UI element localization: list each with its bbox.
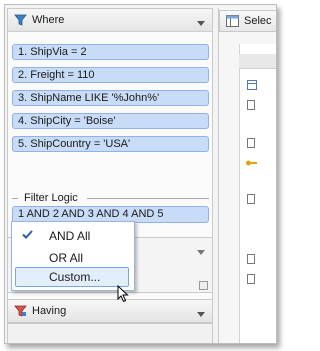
query-builder-window: Where 1. ShipVia = 2 2. Freight = 110 3.… xyxy=(4,4,277,344)
having-panel-header[interactable]: Having xyxy=(7,299,213,323)
field-icon xyxy=(247,138,255,151)
condition-item[interactable]: 3. ShipName LIKE '%John%' xyxy=(12,90,209,106)
chevron-down-icon[interactable] xyxy=(197,17,205,29)
field-icon xyxy=(247,100,255,113)
menu-item-and-all[interactable]: AND All xyxy=(12,226,134,246)
select-panel: Selec xyxy=(218,8,276,343)
tab-select-label: Selec xyxy=(244,15,272,27)
field-icon xyxy=(247,254,255,267)
divider xyxy=(87,198,209,199)
field-icon xyxy=(247,274,255,287)
menu-item-label: OR All xyxy=(49,251,84,265)
select-grid-header xyxy=(239,54,276,69)
menu-item-label: AND All xyxy=(49,229,91,243)
menu-item-or-all[interactable]: OR All xyxy=(12,248,134,268)
condition-item[interactable]: 1. ShipVia = 2 xyxy=(12,44,209,60)
tab-select[interactable]: Selec xyxy=(219,10,276,32)
condition-item[interactable]: 2. Freight = 110 xyxy=(12,67,209,83)
select-tab-icon xyxy=(226,15,239,30)
divider xyxy=(12,198,18,199)
where-panel-title: Where xyxy=(32,14,65,26)
mouse-cursor-icon xyxy=(117,284,129,306)
chevron-down-icon[interactable] xyxy=(197,308,205,320)
where-panel-header[interactable]: Where xyxy=(8,9,212,32)
condition-item[interactable]: 4. ShipCity = 'Boise' xyxy=(12,113,209,129)
filter-logic-group: Filter Logic xyxy=(12,192,209,204)
empty-panel xyxy=(7,323,213,343)
filter-logic-label: Filter Logic xyxy=(22,192,80,204)
key-field-icon xyxy=(245,158,257,171)
resize-grip[interactable] xyxy=(199,281,208,290)
grid-table-icon xyxy=(247,80,257,93)
select-grid[interactable] xyxy=(239,44,276,343)
condition-item[interactable]: 5. ShipCountry = 'USA' xyxy=(12,136,209,152)
filter-logic-menu: AND All OR All Custom... xyxy=(11,221,135,291)
field-icon xyxy=(247,194,255,207)
having-panel-title: Having xyxy=(32,305,67,317)
menu-item-custom[interactable]: Custom... xyxy=(15,267,129,287)
menu-item-label: Custom... xyxy=(49,270,101,284)
chevron-down-icon[interactable] xyxy=(197,246,205,258)
funnel-icon xyxy=(14,305,27,320)
funnel-icon xyxy=(14,14,27,29)
check-icon xyxy=(22,230,33,242)
